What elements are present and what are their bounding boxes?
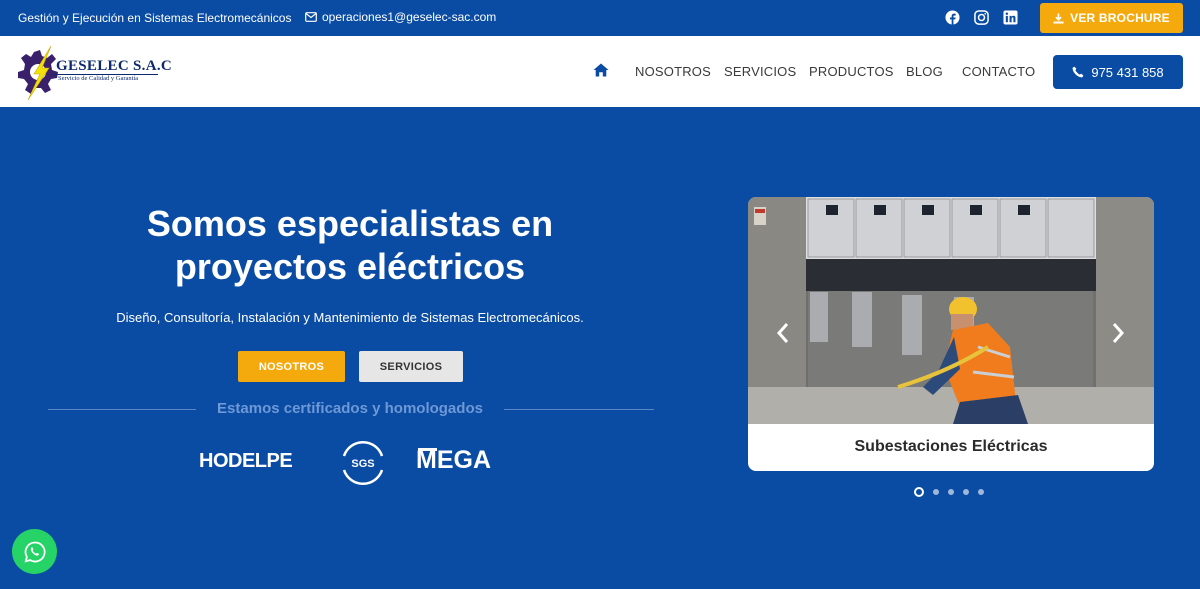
hero-subtitle: Diseño, Consultoría, Instalación y Mante… [116, 310, 584, 325]
whatsapp-icon [24, 541, 46, 562]
slider-prev-arrow-icon[interactable] [776, 322, 790, 344]
brochure-button[interactable]: VER BROCHURE [1040, 3, 1183, 33]
slider-card: Subestaciones Eléctricas [748, 197, 1154, 471]
hodelpe-logo: HODELPE [199, 450, 293, 472]
slider-next-arrow-icon[interactable] [1111, 322, 1125, 344]
company-tagline: Gestión y Ejecución en Sistemas Electrom… [18, 11, 292, 25]
logo-tagline: Servicio de Calidad y Garantía [58, 75, 139, 82]
phone-number: 975 431 858 [1091, 64, 1164, 80]
slider-dot-2[interactable] [933, 489, 939, 495]
top-bar: Gestión y Ejecución en Sistemas Electrom… [0, 0, 1200, 36]
hero-title-line-1: Somos especialistas en [146, 203, 554, 244]
brochure-label: VER BROCHURE [1070, 11, 1170, 25]
slider-dot-1[interactable] [914, 487, 924, 497]
sgs-text: SGS [351, 458, 374, 470]
logo-wordmark: GESELEC S.A.C [56, 58, 173, 74]
linkedin-icon[interactable] [1002, 9, 1019, 26]
phone-button[interactable]: 975 431 858 [1053, 55, 1183, 89]
slider-dot-3[interactable] [948, 489, 954, 495]
cert-divider-right [504, 409, 654, 410]
mega-logo: MEGA [416, 446, 491, 474]
nav-contacto[interactable]: CONTACTO [962, 64, 1035, 79]
email-link[interactable]: operaciones1@geselec-sac.com [305, 10, 496, 24]
hero-title-line-2: proyectos eléctricos [174, 246, 526, 287]
hero-title: Somos especialistas en proyectos eléctri… [50, 202, 650, 288]
main-header: GESELEC S.A.C Servicio de Calidad y Gara… [0, 36, 1200, 107]
nav-blog[interactable]: BLOG [906, 64, 943, 79]
nosotros-button[interactable]: NOSOTROS [238, 351, 345, 382]
download-icon [1053, 12, 1064, 24]
nav-nosotros[interactable]: NOSOTROS [635, 64, 711, 79]
cert-divider-left [48, 409, 196, 410]
instagram-icon[interactable] [973, 9, 990, 26]
facebook-icon[interactable] [944, 9, 961, 26]
servicios-button[interactable]: SERVICIOS [359, 351, 463, 382]
phone-icon [1072, 66, 1084, 78]
slide-caption: Subestaciones Eléctricas [854, 438, 1048, 455]
cert-heading: Estamos certificados y homologados [217, 400, 483, 417]
slide-photo [748, 197, 1154, 424]
slider-pagination [914, 487, 984, 497]
whatsapp-button[interactable] [12, 529, 57, 574]
sgs-logo: SGS [342, 441, 384, 485]
email-text: operaciones1@geselec-sac.com [322, 10, 497, 24]
slider-dot-5[interactable] [978, 489, 984, 495]
nav-servicios[interactable]: SERVICIOS [724, 64, 796, 79]
nav-productos[interactable]: PRODUCTOS [809, 64, 894, 79]
gear-bolt-logo-icon [18, 45, 58, 100]
company-logo[interactable]: GESELEC S.A.C Servicio de Calidad y Gara… [16, 44, 176, 100]
envelope-icon [305, 12, 317, 22]
home-icon[interactable] [593, 63, 609, 77]
slider-dot-4[interactable] [963, 489, 969, 495]
